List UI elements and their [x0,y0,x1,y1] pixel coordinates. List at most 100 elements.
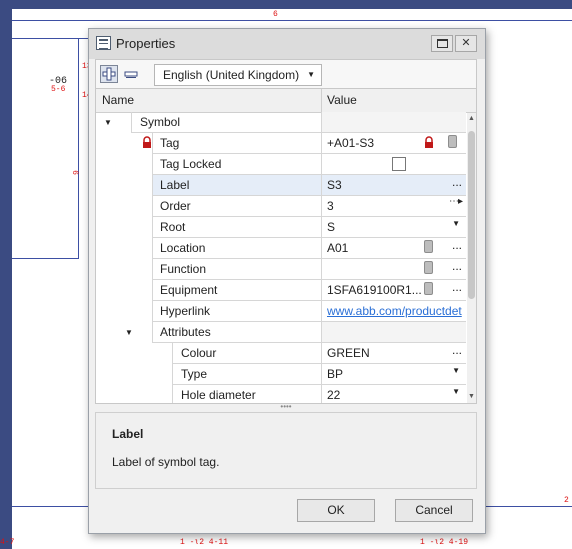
hyperlink-value[interactable]: www.abb.com/productdet [327,304,465,318]
description-panel: Label Label of symbol tag. [95,412,477,489]
scroll-down-icon[interactable]: ▼ [468,393,475,400]
alphabetical-view-button[interactable] [122,65,140,83]
top-frame-bar [12,0,572,9]
property-grid: Name Value ▼ Symbol Tag +A01-S3 Tag Lock… [95,88,477,404]
grid-header: Name Value [96,89,476,113]
properties-icon [96,36,111,50]
chevron-down-icon[interactable]: ▼ [452,219,460,228]
property-row-type[interactable]: Type BP ▼ [96,364,466,385]
ok-button[interactable]: OK [297,499,375,522]
property-name: Tag [160,136,180,150]
schematic-column-mark: 6 [273,10,278,19]
database-icon[interactable] [424,261,433,274]
property-row-equipment[interactable]: Equipment 1SFA619100R1... ... [96,280,466,301]
value-cell [321,154,466,175]
collapse-icon[interactable]: ▼ [125,328,133,337]
tag-value[interactable]: +A01-S3 [327,136,465,150]
property-row-tag[interactable]: Tag +A01-S3 [96,133,466,154]
property-row-root[interactable]: Root S ▼ [96,217,466,238]
cancel-label: Cancel [415,503,453,517]
property-row-order[interactable]: Order 3 ⋯▸ [96,196,466,217]
language-value: English (United Kingdom) [163,68,300,82]
value-cell [321,112,466,133]
property-name: Root [160,220,186,234]
scrollbar-thumb[interactable] [468,131,475,299]
value-cell [321,259,466,280]
schematic-wire [12,258,79,259]
property-row-symbol[interactable]: ▼ Symbol [96,112,466,133]
ellipsis-button[interactable]: ... [452,175,462,189]
type-value[interactable]: BP [327,367,465,381]
properties-dialog: Properties ✕ English (United Kingdom) ▼ … [88,28,486,534]
collapse-icon[interactable]: ▼ [104,118,112,127]
alphabetical-icon [124,71,138,78]
chevron-down-icon[interactable]: ▼ [452,366,460,375]
database-icon[interactable] [424,240,433,253]
chevron-down-icon: ▼ [307,70,315,79]
value-cell [321,322,466,343]
categorized-icon [102,67,116,81]
schematic-wire [12,38,88,39]
dialog-toolbar: English (United Kingdom) ▼ [95,59,477,91]
root-value[interactable]: S [327,220,465,234]
location-value[interactable]: A01 [327,241,465,255]
property-name: Colour [181,346,217,360]
chevron-down-icon[interactable]: ▼ [452,387,460,396]
colour-value[interactable]: GREEN [327,346,465,360]
lock-icon[interactable] [424,136,434,152]
dialog-titlebar[interactable]: Properties ✕ [89,29,485,59]
column-divider[interactable] [321,89,322,112]
value-column-header[interactable]: Value [327,93,357,107]
ellipsis-button[interactable]: ... [452,238,462,252]
property-row-location[interactable]: Location A01 ... [96,238,466,259]
hole-diameter-value[interactable]: 22 [327,388,465,402]
arrow-right-icon[interactable]: ⋯▸ [449,196,463,207]
lock-icon [142,136,151,148]
property-name: Order [160,199,191,213]
property-row-label[interactable]: Label S3 ... [96,175,466,196]
description-text: Label of symbol tag. [112,455,220,469]
property-name: Symbol [140,115,181,129]
cross-ref-mark: 2 [564,496,569,505]
maximize-icon [436,38,448,48]
property-name: Type [181,367,208,381]
schematic-top-line [12,20,572,21]
categorized-view-button[interactable] [100,65,118,83]
close-button[interactable]: ✕ [455,35,477,52]
pane-splitter[interactable]: •••• [95,403,477,412]
cancel-button[interactable]: Cancel [395,499,473,522]
property-row-hyperlink[interactable]: Hyperlink www.abb.com/productdet [96,301,466,322]
ellipsis-button[interactable]: ... [452,259,462,273]
order-value[interactable]: 3 [327,199,465,213]
cross-ref-text: 1 -ɩ2 4-11 [180,538,229,547]
property-name: Hole diameter [181,388,256,402]
property-name: Attributes [160,325,211,339]
property-name: Hyperlink [160,304,211,318]
property-row-colour[interactable]: Colour GREEN ... [96,343,466,364]
property-row-tag-locked[interactable]: Tag Locked [96,154,466,175]
name-column-header[interactable]: Name [102,93,134,107]
cross-ref-text: 4-7 [0,538,15,547]
wire-number: 6 [69,170,79,175]
symbol-ref-label: 5-6 [51,85,66,94]
property-name: Tag Locked [160,157,222,171]
schematic-wire-vertical [78,38,79,258]
property-row-attributes[interactable]: ▼ Attributes [96,322,466,343]
database-icon[interactable] [448,135,457,148]
equipment-value[interactable]: 1SFA619100R1... [327,283,422,297]
ellipsis-button[interactable]: ... [452,343,462,357]
label-value[interactable]: S3 [327,178,465,192]
property-name: Location [160,241,206,255]
scroll-up-icon[interactable]: ▲ [468,115,475,122]
ellipsis-button[interactable]: ... [452,280,462,294]
property-row-function[interactable]: Function ... [96,259,466,280]
tag-locked-checkbox[interactable] [392,157,406,171]
ok-label: OK [327,503,345,517]
database-icon[interactable] [424,282,433,295]
property-name: Equipment [160,283,218,297]
language-select[interactable]: English (United Kingdom) ▼ [154,64,322,86]
dialog-title: Properties [116,36,176,51]
maximize-button[interactable] [431,35,453,52]
cross-ref-text: 1 -ɩ2 4-19 [420,538,469,547]
grid-scrollbar[interactable]: ▲ ▼ [467,113,476,403]
